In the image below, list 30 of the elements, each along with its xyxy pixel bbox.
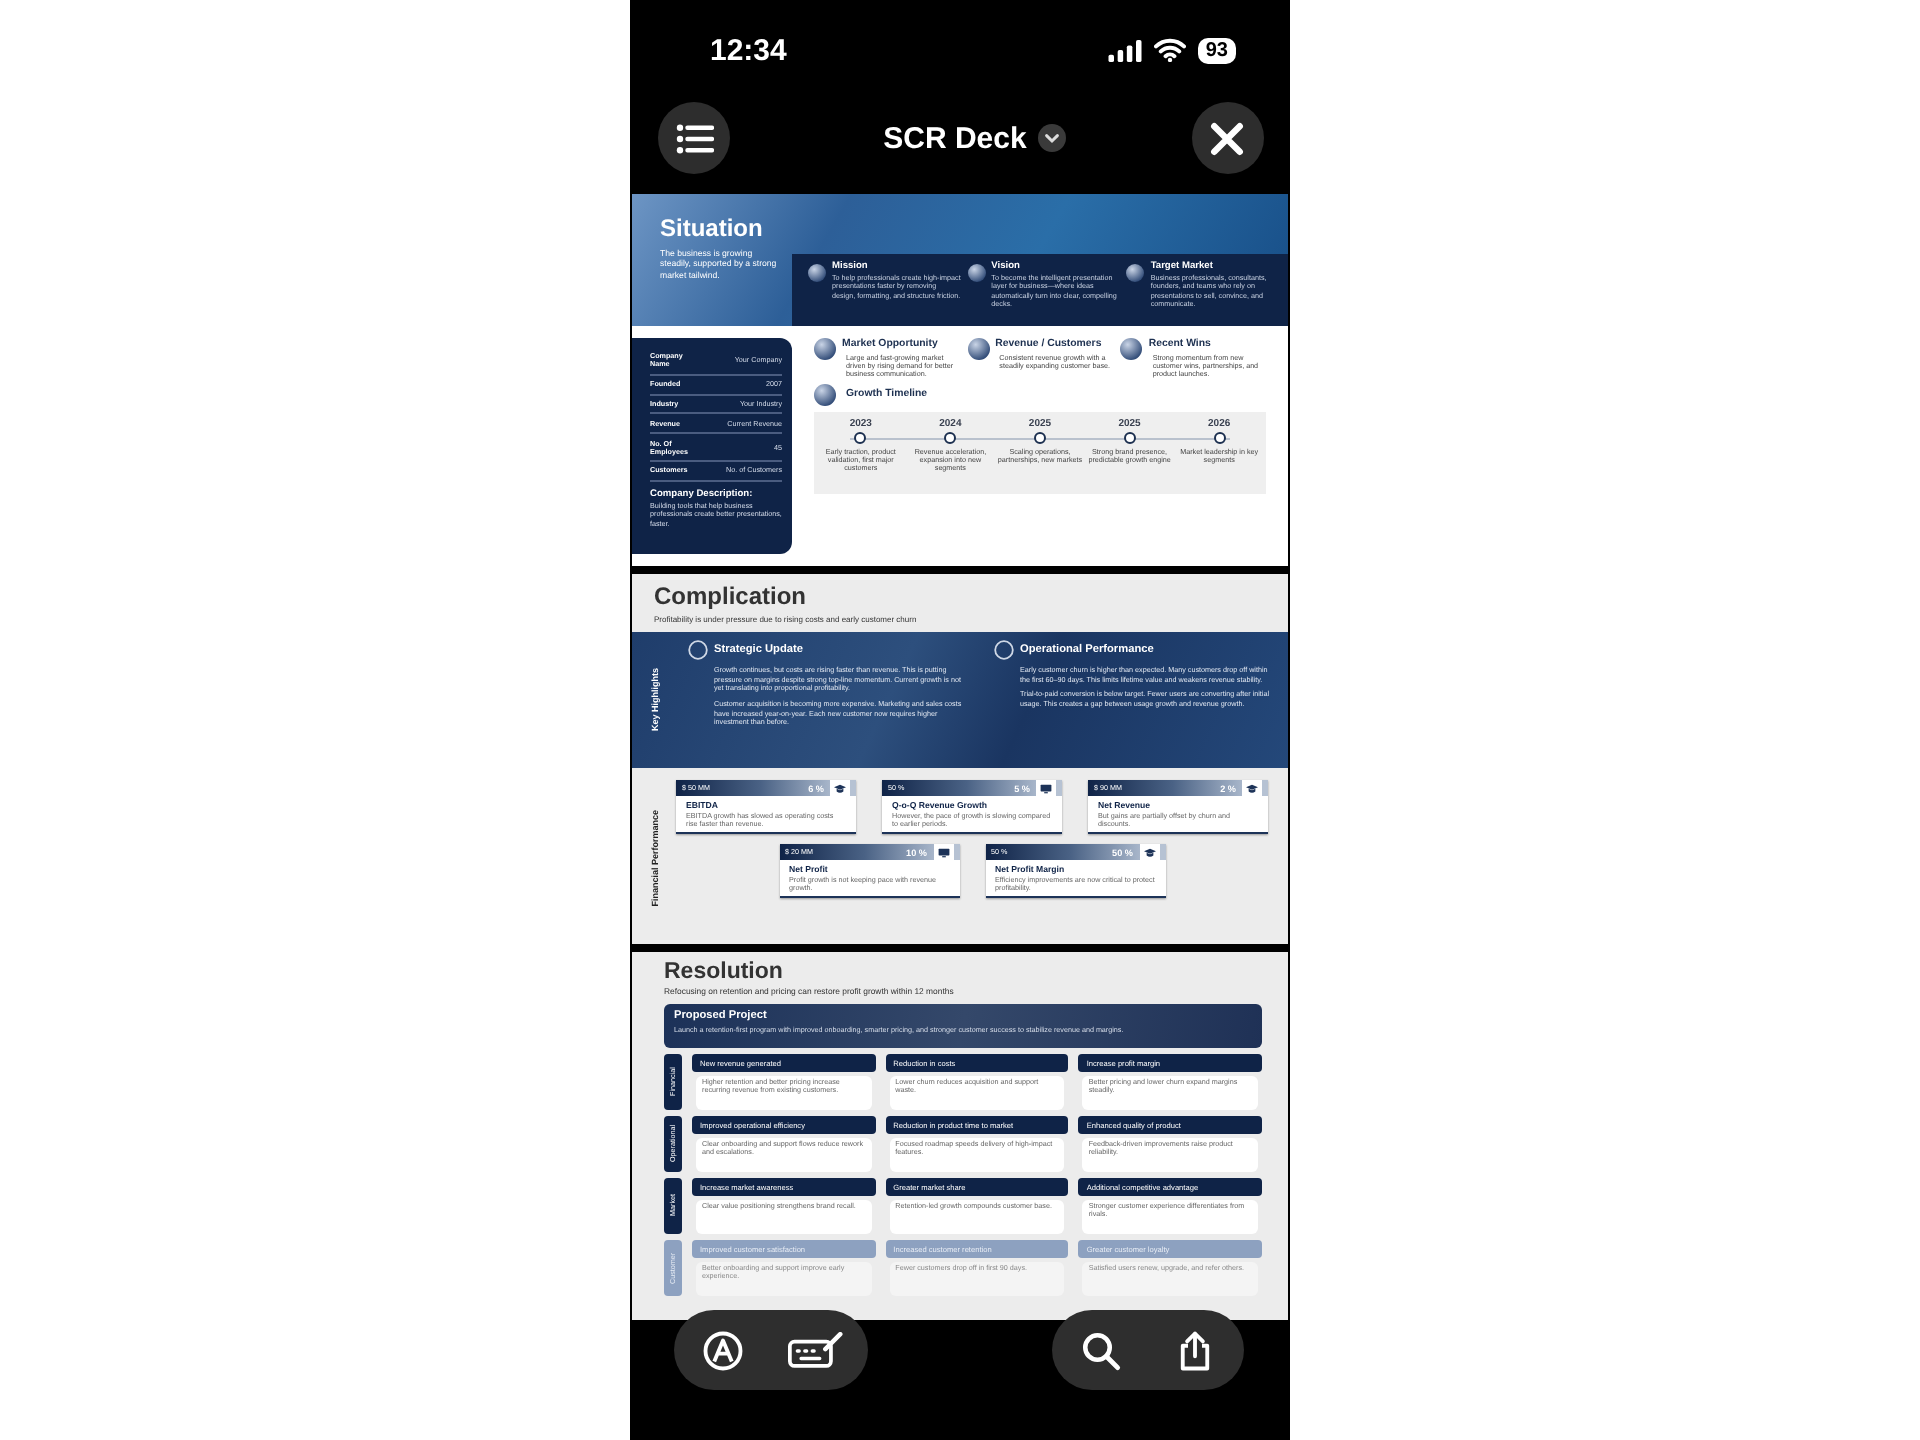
slide-title: Resolution bbox=[664, 960, 785, 984]
sphere-icon bbox=[1120, 338, 1143, 360]
sphere-icon bbox=[814, 383, 836, 406]
timeline-node bbox=[1123, 432, 1136, 445]
slide-title: Complication bbox=[654, 582, 809, 610]
sphere-icon bbox=[808, 264, 826, 282]
ring-icon bbox=[688, 640, 708, 660]
keyboard-pen-icon[interactable] bbox=[788, 1331, 844, 1369]
sphere-icon bbox=[967, 264, 986, 282]
close-button[interactable] bbox=[1191, 102, 1264, 174]
markup-icon[interactable] bbox=[702, 1329, 744, 1371]
search-icon[interactable] bbox=[1080, 1329, 1122, 1371]
deck-title[interactable]: SCR Deck bbox=[883, 121, 1027, 155]
menu-button[interactable] bbox=[658, 102, 730, 174]
slide-title: Situation bbox=[660, 214, 765, 242]
sphere-icon bbox=[967, 338, 990, 360]
timeline-node bbox=[1033, 432, 1046, 445]
list-icon bbox=[675, 123, 713, 153]
sphere-icon bbox=[814, 338, 836, 360]
signal-icon bbox=[1107, 39, 1142, 61]
status-time: 12:34 bbox=[710, 33, 787, 67]
timeline-node bbox=[944, 432, 957, 445]
battery-indicator: 93 bbox=[1197, 37, 1236, 63]
wifi-icon bbox=[1153, 38, 1186, 62]
chevron-down-icon[interactable] bbox=[1038, 124, 1067, 152]
close-icon bbox=[1210, 121, 1245, 155]
timeline-node bbox=[854, 432, 867, 445]
sphere-icon bbox=[1126, 264, 1145, 282]
ring-icon bbox=[994, 640, 1014, 660]
timeline-node bbox=[1213, 432, 1226, 445]
